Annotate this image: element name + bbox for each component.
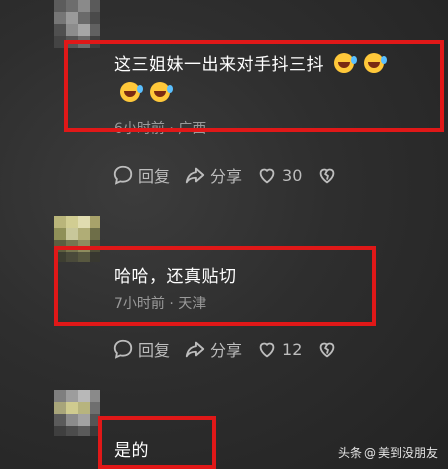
like-button[interactable]: 12 [256,338,302,360]
heart-icon [259,342,275,358]
share-button[interactable]: 分享 [184,337,242,361]
share-arrow-icon [185,341,205,358]
reply-button[interactable]: 回复 [112,163,170,187]
broken-heart-icon [320,168,335,184]
dislike-button[interactable] [316,338,342,360]
share-button[interactable]: 分享 [184,163,242,187]
reply-button[interactable]: 回复 [112,337,170,361]
broken-heart-icon [320,342,335,358]
heart-icon [259,168,275,184]
highlight-box [98,416,216,469]
dislike-button[interactable] [316,164,342,186]
share-arrow-icon [185,167,205,184]
highlight-box [64,40,444,132]
highlight-box [54,246,376,326]
avatar[interactable] [54,390,100,436]
like-button[interactable]: 30 [256,164,302,186]
watermark: 头条 @ 美到没朋友 [337,445,438,461]
comment-bubble-icon [113,339,133,359]
comment-bubble-icon [113,165,133,185]
